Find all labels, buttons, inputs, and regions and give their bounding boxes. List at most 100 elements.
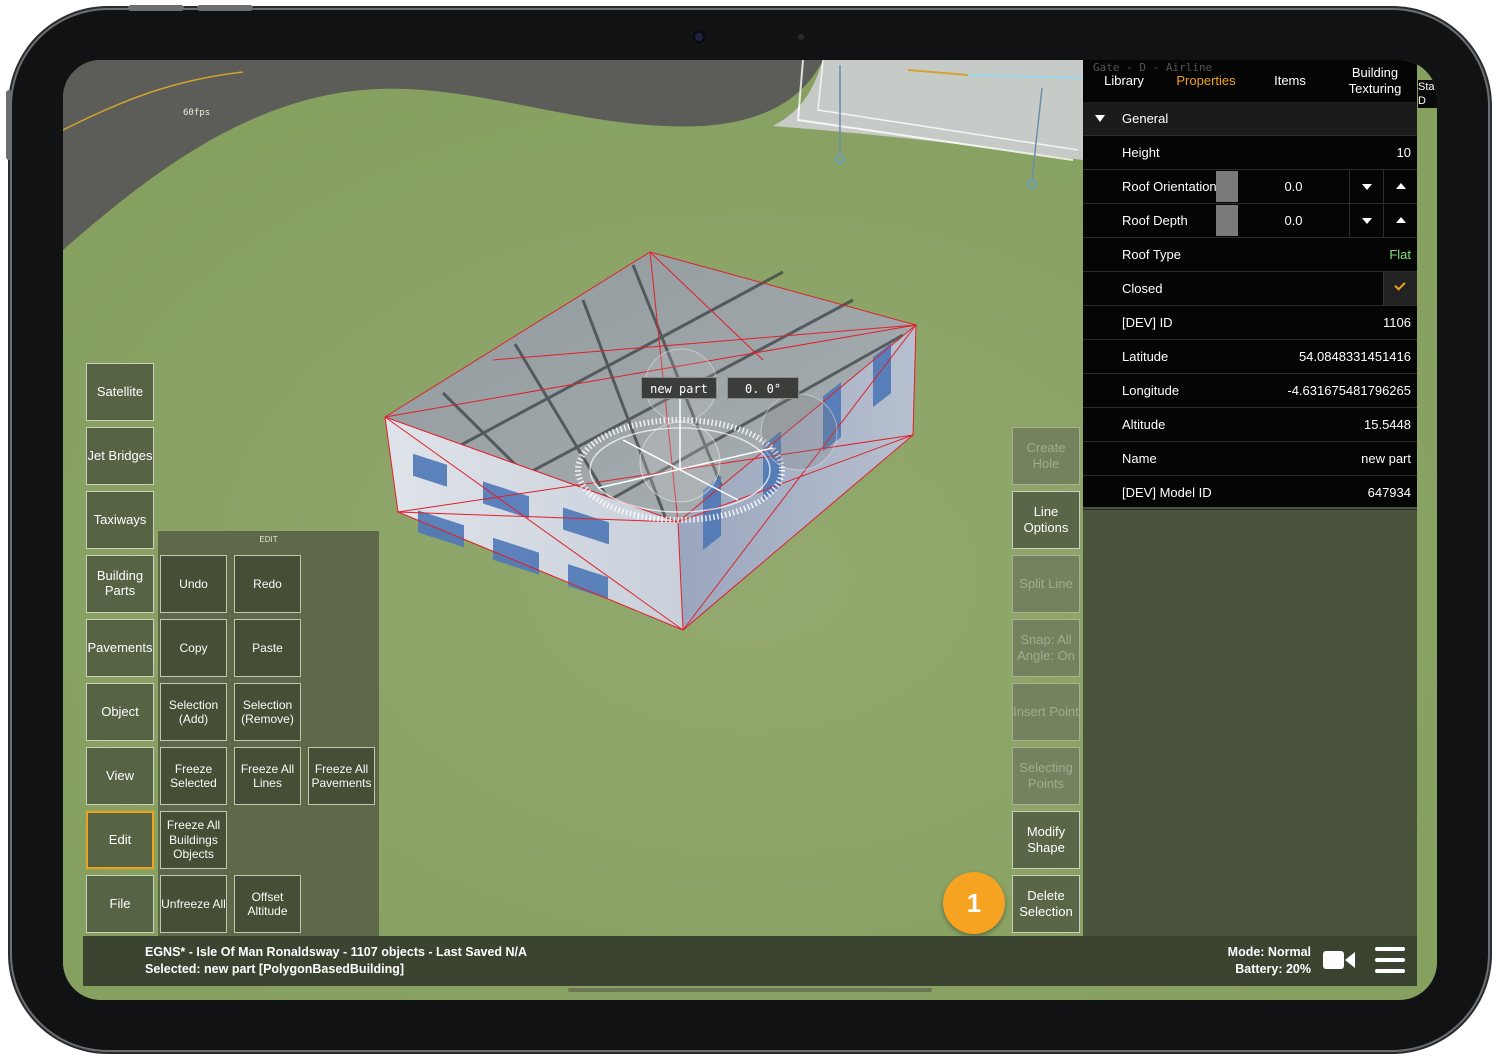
cut-off-tab[interactable]: Sta D <box>1418 80 1437 108</box>
prop-roof-depth-label: Roof Depth <box>1122 213 1188 228</box>
prop-roof-type-value[interactable]: Flat <box>1389 238 1411 271</box>
front-camera <box>695 33 703 41</box>
offset-altitude-button[interactable]: Offset Altitude <box>234 875 301 933</box>
prop-closed-label: Closed <box>1122 281 1163 296</box>
freeze-all-pavements-button[interactable]: Freeze All Pavements <box>308 747 375 805</box>
prop-roof-orientation-label: Roof Orientation <box>1122 179 1216 194</box>
checkmark-icon <box>1394 279 1406 291</box>
chevron-up-icon[interactable] <box>1383 170 1417 203</box>
gizmo-angle-tag[interactable]: 0. 0° <box>727 377 799 399</box>
properties-panel: Gate - D - Airline Library Properties It… <box>1083 60 1417 936</box>
delete-selection-button[interactable]: Delete Selection <box>1012 875 1080 933</box>
chevron-down-icon[interactable] <box>1349 170 1383 203</box>
snap-toggle-button[interactable]: Snap: All Angle: On <box>1012 619 1080 677</box>
unfreeze-all-button[interactable]: Unfreeze All <box>160 875 227 933</box>
menu-edit-button[interactable]: Edit <box>86 811 154 869</box>
gizmo-name-tag: new part <box>641 377 717 399</box>
section-general-label: General <box>1122 111 1169 126</box>
prop-roof-depth: Roof Depth 0.0 <box>1083 204 1417 238</box>
prop-roof-type-label: Roof Type <box>1122 247 1182 262</box>
prop-name-label: Name <box>1122 451 1157 466</box>
volume-up-button <box>128 5 184 11</box>
prop-latitude-label: Latitude <box>1122 349 1169 364</box>
prop-dev-model-id-label: [DEV] Model ID <box>1122 485 1212 500</box>
closed-checkbox[interactable] <box>1383 272 1417 305</box>
prop-latitude-value[interactable]: 54.0848331451416 <box>1299 340 1411 373</box>
prop-altitude[interactable]: Altitude 15.5448 <box>1083 408 1417 442</box>
edit-panel: EDIT Undo Redo Copy Paste Selection (Add… <box>158 531 379 938</box>
drag-handle[interactable] <box>1216 205 1238 236</box>
selection-remove-button[interactable]: Selection (Remove) <box>234 683 301 741</box>
prop-roof-type[interactable]: Roof Type Flat <box>1083 238 1417 272</box>
panel-tabs: Gate - D - Airline Library Properties It… <box>1083 60 1417 102</box>
menu-taxiways-button[interactable]: Taxiways <box>86 491 154 549</box>
menu-pavements-button[interactable]: Pavements <box>86 619 154 677</box>
freeze-all-lines-button[interactable]: Freeze All Lines <box>234 747 301 805</box>
chevron-up-icon[interactable] <box>1383 204 1417 237</box>
prop-longitude-value[interactable]: -4.631675481796265 <box>1287 374 1411 407</box>
prop-altitude-label: Altitude <box>1122 417 1166 432</box>
status-selection-info: Selected: new part [PolygonBasedBuilding… <box>145 962 405 976</box>
prop-height[interactable]: Height 10 <box>1083 136 1417 170</box>
prop-name[interactable]: Name new part <box>1083 442 1417 476</box>
prop-dev-id: [DEV] ID 1106 <box>1083 306 1417 340</box>
drag-handle[interactable] <box>1216 171 1238 202</box>
insert-point-button[interactable]: Insert Point <box>1012 683 1080 741</box>
section-general[interactable]: General <box>1083 102 1417 136</box>
selection-add-button[interactable]: Selection (Add) <box>160 683 227 741</box>
roof-depth-value[interactable]: 0.0 <box>1238 204 1349 237</box>
volume-down-button <box>197 5 253 11</box>
prop-height-value[interactable]: 10 <box>1397 136 1411 169</box>
menu-building-parts-button[interactable]: Building Parts <box>86 555 154 613</box>
prop-dev-id-label: [DEV] ID <box>1122 315 1173 330</box>
chevron-down-icon[interactable] <box>1349 204 1383 237</box>
status-battery: Battery: 20% <box>1235 962 1311 976</box>
roof-orientation-value[interactable]: 0.0 <box>1238 170 1349 203</box>
tab-building-texturing[interactable]: Building Texturing <box>1335 60 1415 102</box>
split-line-button[interactable]: Split Line <box>1012 555 1080 613</box>
menu-view-button[interactable]: View <box>86 747 154 805</box>
status-mode: Mode: Normal <box>1227 945 1311 959</box>
roof-depth-stepper[interactable]: 0.0 <box>1216 204 1417 237</box>
light-sensor <box>798 34 804 40</box>
menu-file-button[interactable]: File <box>86 875 154 933</box>
prop-longitude[interactable]: Longitude -4.631675481796265 <box>1083 374 1417 408</box>
prop-name-value[interactable]: new part <box>1361 442 1411 475</box>
hamburger-menu-icon[interactable] <box>1375 947 1405 973</box>
line-options-button[interactable]: Line Options <box>1012 491 1080 549</box>
copy-button[interactable]: Copy <box>160 619 227 677</box>
prop-dev-id-value: 1106 <box>1383 315 1411 330</box>
freeze-selected-button[interactable]: Freeze Selected <box>160 747 227 805</box>
freeze-all-buildings-button[interactable]: Freeze All Buildings Objects <box>160 811 227 869</box>
tab-library[interactable]: Library <box>1093 60 1155 102</box>
video-camera-icon[interactable] <box>1323 949 1355 971</box>
collapse-triangle-icon <box>1095 115 1105 122</box>
status-project-info: EGNS* - Isle Of Man Ronaldsway - 1107 ob… <box>145 945 528 959</box>
status-bar: EGNS* - Isle Of Man Ronaldsway - 1107 ob… <box>83 936 1417 986</box>
paste-button[interactable]: Paste <box>234 619 301 677</box>
prop-latitude[interactable]: Latitude 54.0848331451416 <box>1083 340 1417 374</box>
create-hole-button[interactable]: Create Hole <box>1012 427 1080 485</box>
power-button <box>6 90 12 160</box>
edit-panel-title: EDIT <box>259 535 278 544</box>
prop-longitude-label: Longitude <box>1122 383 1180 398</box>
menu-satellite-button[interactable]: Satellite <box>86 363 154 421</box>
selecting-points-button[interactable]: Selecting Points <box>1012 747 1080 805</box>
tab-items[interactable]: Items <box>1259 60 1321 102</box>
home-indicator[interactable] <box>568 988 932 992</box>
tab-properties[interactable]: Properties <box>1169 60 1243 102</box>
prop-closed: Closed <box>1083 272 1417 306</box>
prop-roof-orientation: Roof Orientation 0.0 <box>1083 170 1417 204</box>
prop-altitude-value[interactable]: 15.5448 <box>1364 408 1411 441</box>
fps-counter: 60fps <box>183 108 211 118</box>
prop-dev-model-id-value: 647934 <box>1367 485 1411 500</box>
app-screen: 60fps new part 0. 0° Satellite Jet Bridg… <box>63 60 1437 1000</box>
undo-button[interactable]: Undo <box>160 555 227 613</box>
modify-shape-button[interactable]: Modify Shape <box>1012 811 1080 869</box>
menu-object-button[interactable]: Object <box>86 683 154 741</box>
roof-orientation-stepper[interactable]: 0.0 <box>1216 170 1417 203</box>
redo-button[interactable]: Redo <box>234 555 301 613</box>
prop-dev-model-id: [DEV] Model ID 647934 <box>1083 476 1417 510</box>
menu-jet-bridges-button[interactable]: Jet Bridges <box>86 427 154 485</box>
prop-height-label: Height <box>1122 145 1160 160</box>
